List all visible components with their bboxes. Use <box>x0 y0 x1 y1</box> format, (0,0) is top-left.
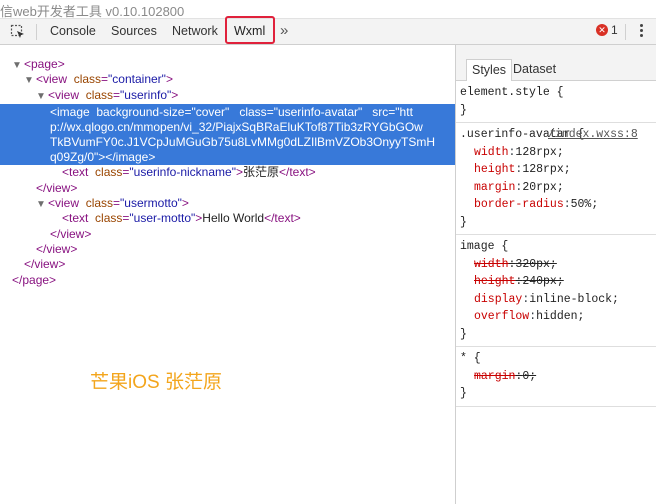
window-titlebar: 信web开发者工具 v0.10.102800 <box>0 0 656 19</box>
image-line-3: TkBVumFY0c.J1VCpJuMGuGb75u8LvMMg0dLZIlBm… <box>50 135 436 149</box>
wxml-tree: ▼ <page> ▼ <view class="container"> ▼ <view… <box>0 45 455 504</box>
style-rules: element.style { } .userinfo-avatar { /in… <box>456 81 656 407</box>
motto-text: Hello World <box>202 211 265 225</box>
rule-selector: image { <box>460 240 509 253</box>
error-icon[interactable]: ✕ <box>596 24 608 36</box>
watermark-text: 芒果iOS 张茫原 <box>90 372 222 393</box>
decl-margin-overridden: margin:0; <box>474 369 537 383</box>
decl-height: height:128rpx; <box>474 163 571 176</box>
kebab-menu-icon[interactable] <box>640 24 643 39</box>
tab-sources[interactable]: Sources <box>111 24 157 38</box>
decl-width-overridden: width:320px; <box>474 257 557 271</box>
more-tabs-icon[interactable]: » <box>280 22 288 39</box>
inspect-element-icon[interactable] <box>10 24 26 40</box>
selected-node-image[interactable]: <image background-size="cover" class="us… <box>0 104 455 165</box>
tree-node-view-close[interactable]: </view> <box>36 242 77 258</box>
image-line-4: q09Zg/0"></image> <box>50 150 156 164</box>
styles-sidebar: Styles Dataset element.style { } .userin… <box>456 45 656 504</box>
tree-node-page-close[interactable]: </page> <box>12 273 56 289</box>
tab-console[interactable]: Console <box>50 24 96 38</box>
image-line-2: p://wx.qlogo.cn/mmopen/vi_32/PiajxSqBRaE… <box>50 120 423 134</box>
tab-wxml[interactable]: Wxml <box>225 16 275 44</box>
toolbar-divider-right <box>625 24 626 40</box>
tab-wxml-label: Wxml <box>234 24 266 38</box>
decl-width: width:128rpx; <box>474 145 564 159</box>
nickname-text: 张茫原 <box>242 165 279 179</box>
tab-styles[interactable]: Styles <box>466 59 513 81</box>
tree-node-view-close[interactable]: </view> <box>24 257 65 273</box>
decl-height-overridden: height:240px; <box>474 275 564 288</box>
expand-arrow-icon[interactable]: ▼ <box>12 58 24 74</box>
tree-node-text-user-motto[interactable]: <text class="user-motto">Hello World</te… <box>62 211 301 227</box>
toolbar-divider <box>36 24 37 40</box>
error-count[interactable]: 1 <box>611 23 618 37</box>
decl-margin: margin:20rpx; <box>474 180 564 194</box>
image-line-1: <image background-size="cover" class="us… <box>50 105 413 119</box>
rule-element-style[interactable]: element.style { } <box>456 81 656 123</box>
tab-network[interactable]: Network <box>172 24 218 38</box>
decl-border-radius: border-radius:50%; <box>474 198 599 211</box>
expand-arrow-icon[interactable]: ▼ <box>36 89 48 105</box>
rule-userinfo-avatar[interactable]: .userinfo-avatar { /index.wxss:8 width:1… <box>456 123 656 235</box>
tree-node-view-close[interactable]: </view> <box>36 181 77 197</box>
rule-source-link[interactable]: /index.wxss:8 <box>548 126 638 144</box>
rule-image[interactable]: image { width:320px; height:240px; displ… <box>456 235 656 347</box>
rule-selector: * { <box>460 352 481 365</box>
decl-display: display:inline-block; <box>474 292 619 306</box>
devtools-toolbar: Console Sources Network Wxml » ✕ 1 <box>0 16 656 45</box>
decl-overflow: overflow:hidden; <box>474 310 585 323</box>
tab-dataset[interactable]: Dataset <box>508 59 561 80</box>
tree-node-text-nickname[interactable]: <text class="userinfo-nickname">张茫原</tex… <box>62 165 316 181</box>
tree-node-view-container[interactable]: ▼ <view class="container"> <box>24 72 173 89</box>
tree-node-view-userinfo[interactable]: ▼ <view class="userinfo"> <box>36 88 178 105</box>
expand-arrow-icon[interactable]: ▼ <box>36 197 48 213</box>
expand-arrow-icon[interactable]: ▼ <box>24 73 36 89</box>
rule-universal[interactable]: * { margin:0; } <box>456 347 656 407</box>
tree-node-view-close[interactable]: </view> <box>50 227 91 243</box>
sidebar-tabs: Styles Dataset <box>456 45 656 81</box>
